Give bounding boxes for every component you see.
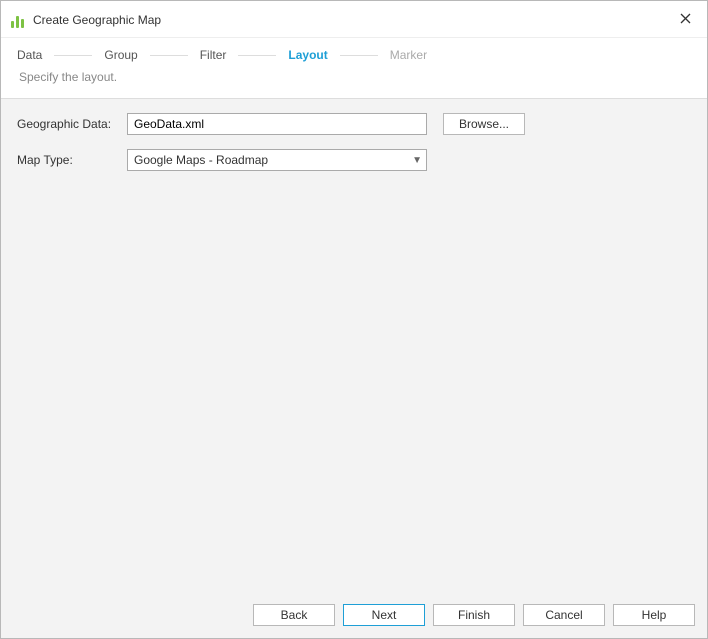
step-layout[interactable]: Layout	[286, 48, 329, 62]
step-connector	[54, 55, 92, 56]
row-geographic-data: Geographic Data: Browse...	[17, 113, 691, 135]
wizard-steps: Data Group Filter Layout Marker	[1, 38, 707, 70]
content-area: Geographic Data: Browse... Map Type: Goo…	[1, 99, 707, 595]
map-type-select[interactable]: Google Maps - Roadmap ▼	[127, 149, 427, 171]
step-filter[interactable]: Filter	[198, 48, 229, 62]
label-geographic-data: Geographic Data:	[17, 117, 119, 131]
step-group[interactable]: Group	[102, 48, 139, 62]
help-button[interactable]: Help	[613, 604, 695, 626]
app-icon	[11, 12, 27, 28]
map-type-value: Google Maps - Roadmap	[134, 153, 268, 167]
footer-buttons: Back Next Finish Cancel Help	[1, 595, 707, 638]
row-map-type: Map Type: Google Maps - Roadmap ▼	[17, 149, 691, 171]
label-map-type: Map Type:	[17, 153, 119, 167]
finish-button[interactable]: Finish	[433, 604, 515, 626]
window-title: Create Geographic Map	[33, 13, 673, 27]
titlebar: Create Geographic Map	[1, 1, 707, 38]
next-button[interactable]: Next	[343, 604, 425, 626]
chevron-down-icon: ▼	[412, 155, 422, 166]
close-button[interactable]	[673, 9, 697, 31]
step-marker: Marker	[388, 48, 429, 62]
cancel-button[interactable]: Cancel	[523, 604, 605, 626]
step-connector	[150, 55, 188, 56]
geographic-data-input[interactable]	[127, 113, 427, 135]
close-icon	[680, 11, 691, 29]
back-button[interactable]: Back	[253, 604, 335, 626]
browse-button[interactable]: Browse...	[443, 113, 525, 135]
wizard-subtext: Specify the layout.	[1, 70, 707, 98]
step-connector	[238, 55, 276, 56]
step-connector	[340, 55, 378, 56]
step-data[interactable]: Data	[15, 48, 44, 62]
